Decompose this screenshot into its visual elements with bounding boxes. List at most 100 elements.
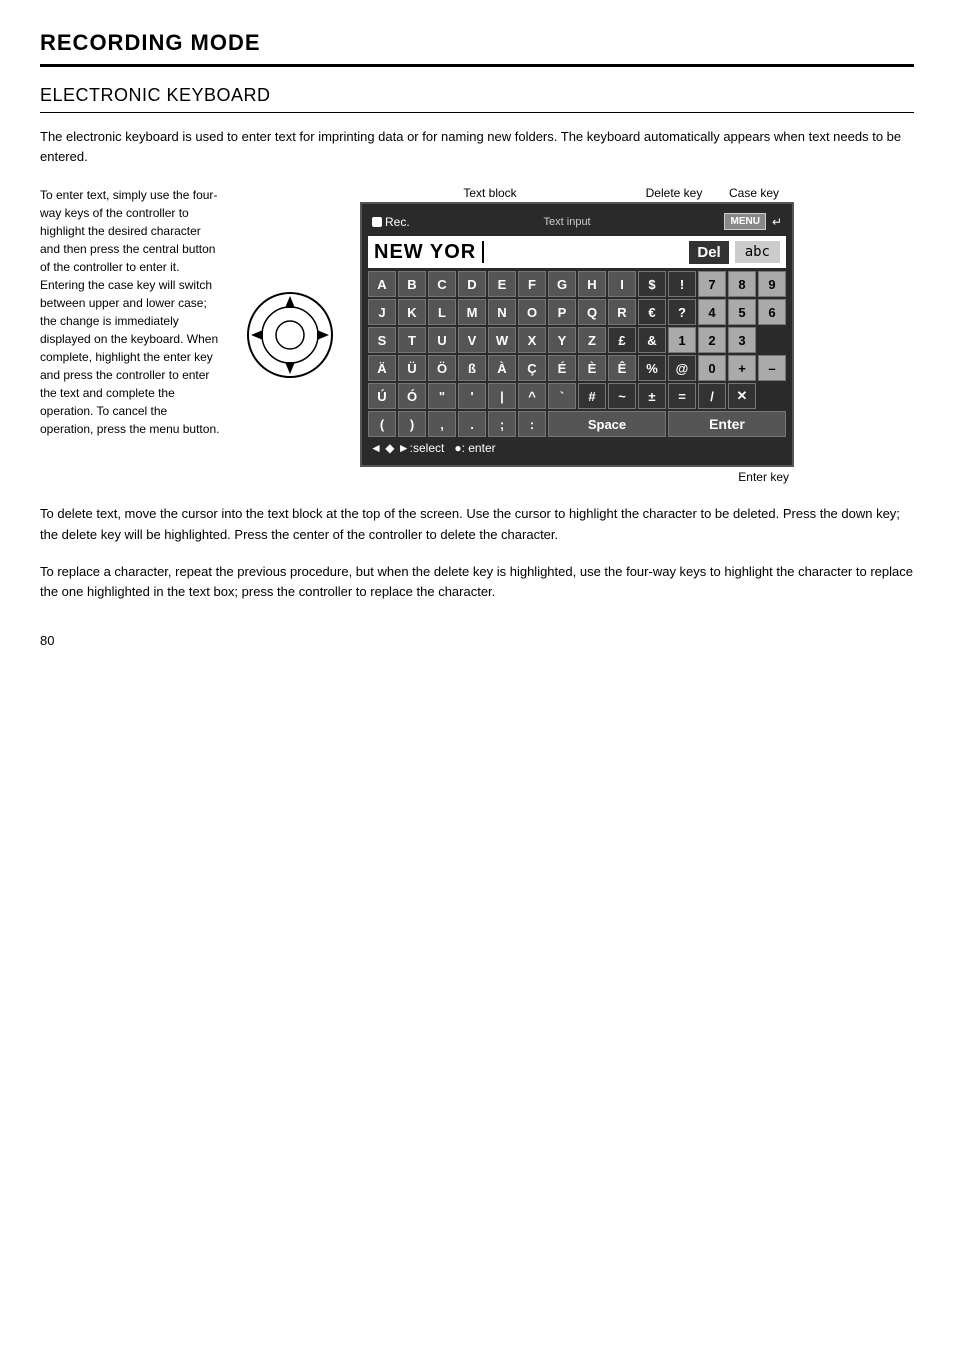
key-ss[interactable]: ß <box>458 355 486 381</box>
key-Egrave[interactable]: È <box>578 355 606 381</box>
key-P[interactable]: P <box>548 299 576 325</box>
key-E[interactable]: E <box>488 271 516 297</box>
key-Oe[interactable]: Ö <box>428 355 456 381</box>
key-F[interactable]: F <box>518 271 546 297</box>
key-backtick[interactable]: ` <box>548 383 576 409</box>
key-Q[interactable]: Q <box>578 299 606 325</box>
key-semicolon[interactable]: ; <box>488 411 516 437</box>
key-question[interactable]: ? <box>668 299 696 325</box>
key-Ue[interactable]: Ü <box>398 355 426 381</box>
key-space[interactable]: Space <box>548 411 666 437</box>
menu-button[interactable]: MENU <box>724 213 765 230</box>
key-J[interactable]: J <box>368 299 396 325</box>
key-T[interactable]: T <box>398 327 426 353</box>
key-exclaim[interactable]: ! <box>668 271 696 297</box>
key-X[interactable]: X <box>518 327 546 353</box>
key-euro[interactable]: € <box>638 299 666 325</box>
svg-text:▷: ▷ <box>317 331 324 340</box>
key-rparen[interactable]: ) <box>398 411 426 437</box>
key-Ecirc[interactable]: Ê <box>608 355 636 381</box>
key-4[interactable]: 4 <box>698 299 726 325</box>
key-caret[interactable]: ^ <box>518 383 546 409</box>
key-Y[interactable]: Y <box>548 327 576 353</box>
key-2[interactable]: 2 <box>698 327 726 353</box>
rec-label: Rec. <box>385 215 410 229</box>
del-key[interactable]: Del <box>689 241 728 264</box>
select-legend: ◄ ◆ ►:select <box>370 441 444 455</box>
controller-illustration: △ ▽ ◁ ▷ <box>240 186 340 484</box>
svg-text:▽: ▽ <box>286 361 293 370</box>
key-3[interactable]: 3 <box>728 327 756 353</box>
key-row-4: Ä Ü Ö ß À Ç É È Ê % @ 0 + – <box>368 355 786 381</box>
key-amp[interactable]: & <box>638 327 666 353</box>
key-hash[interactable]: # <box>578 383 606 409</box>
key-at[interactable]: @ <box>668 355 696 381</box>
key-C[interactable]: C <box>428 271 456 297</box>
key-O[interactable]: O <box>518 299 546 325</box>
svg-text:△: △ <box>286 300 293 309</box>
key-V[interactable]: V <box>458 327 486 353</box>
key-Oacute[interactable]: Ó <box>398 383 426 409</box>
key-D[interactable]: D <box>458 271 486 297</box>
key-lparen[interactable]: ( <box>368 411 396 437</box>
key-G[interactable]: G <box>548 271 576 297</box>
diagram-area: To enter text, simply use the four-way k… <box>40 186 914 484</box>
key-A[interactable]: A <box>368 271 396 297</box>
key-Uacute[interactable]: Ú <box>368 383 396 409</box>
key-1[interactable]: 1 <box>668 327 696 353</box>
key-R[interactable]: R <box>608 299 636 325</box>
key-dollar[interactable]: $ <box>638 271 666 297</box>
key-Z[interactable]: Z <box>578 327 606 353</box>
keyboard-top-row: Rec. Text input MENU ↵ <box>368 210 786 233</box>
key-comma[interactable]: , <box>428 411 456 437</box>
page-number: 80 <box>40 633 914 648</box>
key-B[interactable]: B <box>398 271 426 297</box>
key-pound[interactable]: £ <box>608 327 636 353</box>
text-display-row: NEW YOR Del abc <box>368 236 786 268</box>
key-minus[interactable]: – <box>758 355 786 381</box>
key-pipe[interactable]: | <box>488 383 516 409</box>
key-period[interactable]: . <box>458 411 486 437</box>
key-row-3: S T U V W X Y Z £ & 1 2 3 <box>368 327 786 353</box>
key-W[interactable]: W <box>488 327 516 353</box>
case-key-label: Case key <box>714 186 794 200</box>
key-enter[interactable]: Enter <box>668 411 786 437</box>
key-N[interactable]: N <box>488 299 516 325</box>
key-equals[interactable]: = <box>668 383 696 409</box>
key-L[interactable]: L <box>428 299 456 325</box>
enter-key-annotation: Enter key <box>360 470 794 484</box>
key-Eacute[interactable]: É <box>548 355 576 381</box>
key-8[interactable]: 8 <box>728 271 756 297</box>
key-S[interactable]: S <box>368 327 396 353</box>
key-plus[interactable]: + <box>728 355 756 381</box>
key-cancel-x[interactable]: ✕ <box>728 383 756 409</box>
key-Ae[interactable]: Ä <box>368 355 396 381</box>
key-slash[interactable]: / <box>698 383 726 409</box>
keyboard-display: Rec. Text input MENU ↵ NEW YOR Del abc A… <box>360 202 794 467</box>
key-I[interactable]: I <box>608 271 636 297</box>
page-title: RECORDING MODE <box>40 30 914 67</box>
key-0[interactable]: 0 <box>698 355 726 381</box>
key-5[interactable]: 5 <box>728 299 756 325</box>
rec-dot <box>372 217 382 227</box>
key-plusminus[interactable]: ± <box>638 383 666 409</box>
key-Agrave[interactable]: À <box>488 355 516 381</box>
key-9[interactable]: 9 <box>758 271 786 297</box>
key-K[interactable]: K <box>398 299 426 325</box>
key-percent[interactable]: % <box>638 355 666 381</box>
key-M[interactable]: M <box>458 299 486 325</box>
key-dquote[interactable]: " <box>428 383 456 409</box>
back-arrow[interactable]: ↵ <box>772 215 782 229</box>
key-H[interactable]: H <box>578 271 606 297</box>
key-U[interactable]: U <box>428 327 456 353</box>
annotations-bar: Text block Delete key Case key <box>360 186 794 200</box>
enter-legend: ●: enter <box>454 441 495 455</box>
key-Cc[interactable]: Ç <box>518 355 546 381</box>
key-tilde[interactable]: ~ <box>608 383 636 409</box>
key-7[interactable]: 7 <box>698 271 726 297</box>
key-6[interactable]: 6 <box>758 299 786 325</box>
key-row-6: ( ) , . ; : Space Enter <box>368 411 786 437</box>
key-squote[interactable]: ' <box>458 383 486 409</box>
key-colon[interactable]: : <box>518 411 546 437</box>
case-key[interactable]: abc <box>735 241 780 263</box>
